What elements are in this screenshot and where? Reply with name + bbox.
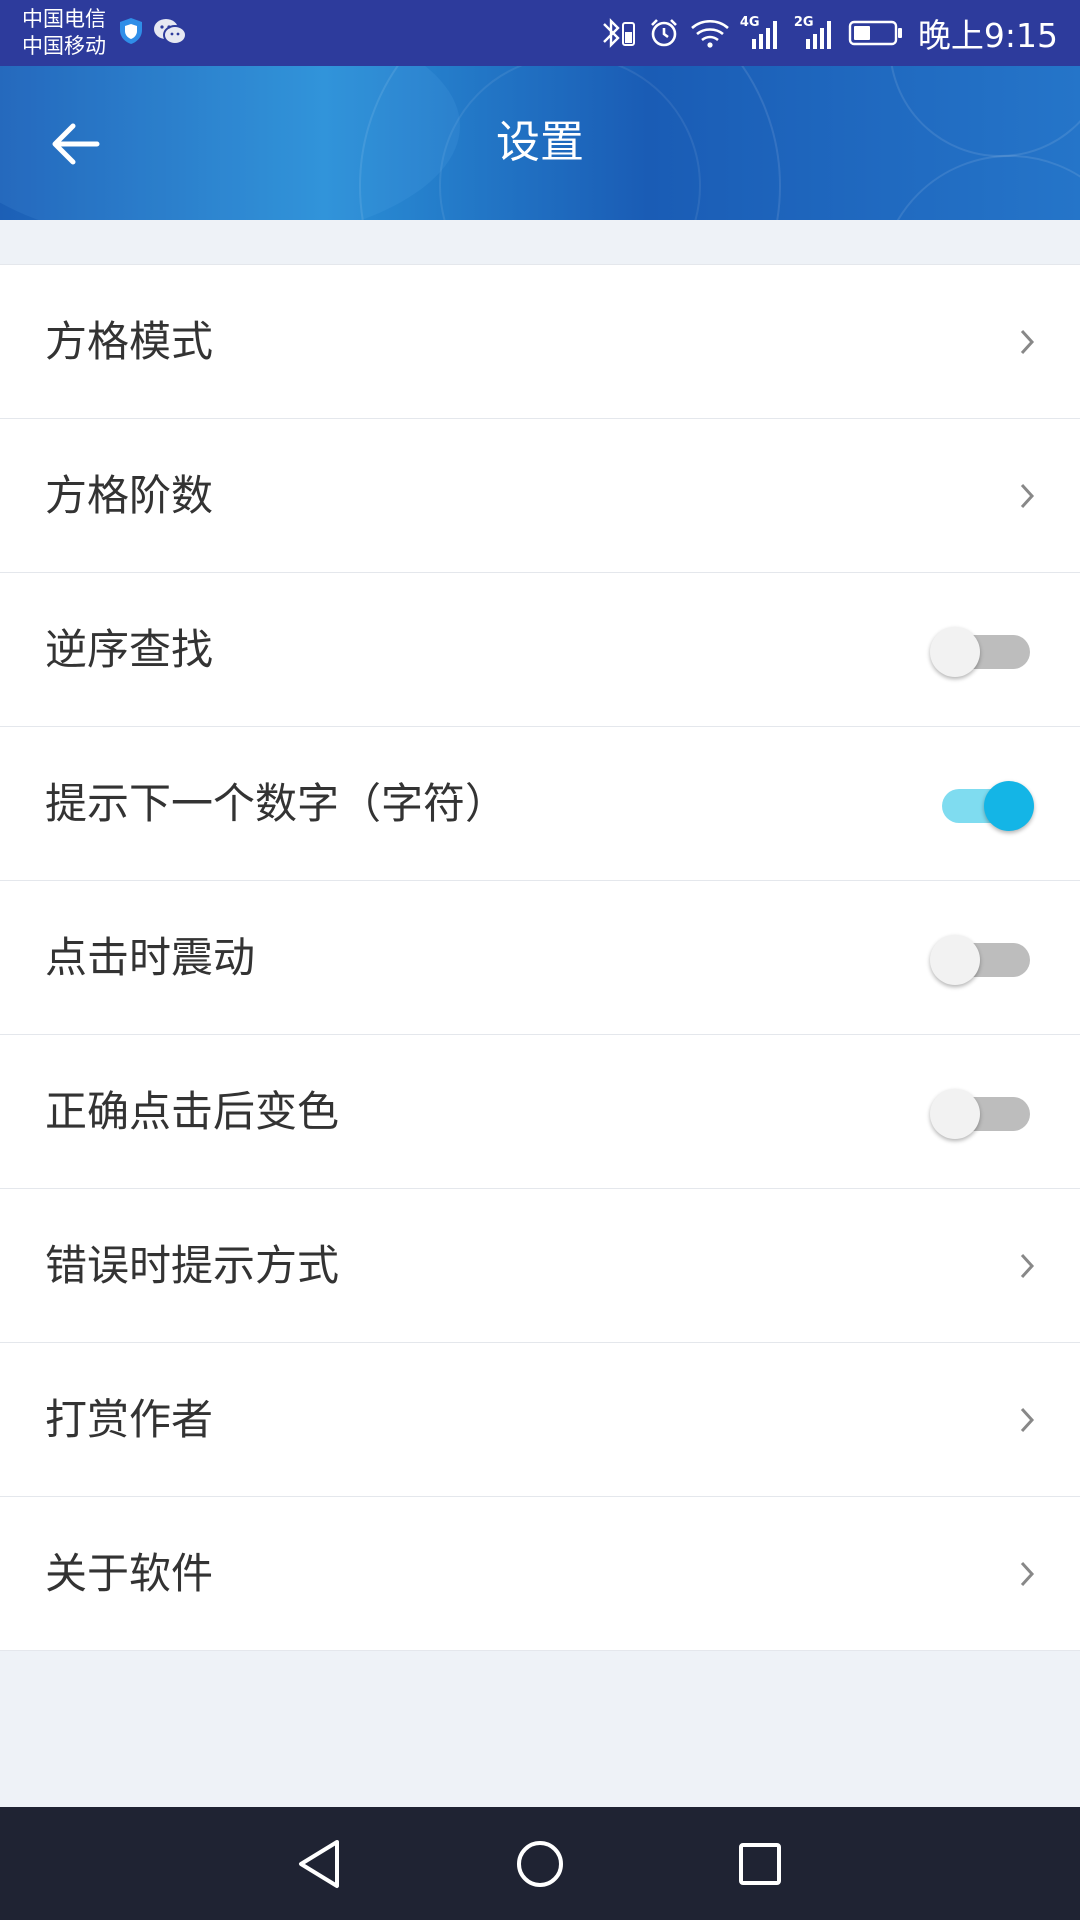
list-top-spacer — [0, 220, 1080, 264]
wifi-icon — [690, 17, 730, 49]
nav-recent-button[interactable] — [725, 1829, 795, 1899]
carrier-2: 中国移动 — [22, 34, 106, 58]
carrier-labels: 中国电信 中国移动 — [22, 6, 106, 60]
color-on-correct-toggle[interactable] — [930, 1089, 1030, 1139]
setting-reverse-search: 逆序查找 — [0, 573, 1080, 727]
hint-next-number-toggle[interactable] — [930, 781, 1034, 831]
battery-icon — [848, 18, 904, 48]
setting-label: 方格阶数 — [45, 471, 214, 520]
bluetooth-icon — [598, 15, 638, 51]
status-bar: 中国电信 中国移动 4G 2G 晚上9:15 — [0, 0, 1080, 66]
setting-label: 关于软件 — [45, 1549, 214, 1598]
nav-home-icon — [517, 1841, 563, 1887]
setting-label: 点击时震动 — [45, 933, 256, 982]
setting-label: 逆序查找 — [45, 625, 214, 674]
chevron-right-icon — [1020, 1561, 1035, 1587]
setting-tip-author[interactable]: 打赏作者 — [0, 1343, 1080, 1497]
shield-icon — [118, 17, 144, 49]
setting-vibrate-on-tap: 点击时震动 — [0, 881, 1080, 1035]
setting-hint-next-number: 提示下一个数字（字符） — [0, 727, 1080, 881]
signal-4g-icon: 4G — [740, 15, 784, 51]
app-header: 设置 — [0, 66, 1080, 220]
setting-label: 错误时提示方式 — [45, 1241, 340, 1290]
reverse-search-toggle[interactable] — [930, 627, 1030, 677]
page-title: 设置 — [496, 117, 584, 168]
settings-list: 方格模式 方格阶数 逆序查找 提示下一个数字（字符） 点击时震动 正确点击后变色… — [0, 264, 1080, 1651]
signal-2g-icon: 2G — [794, 15, 838, 51]
setting-label: 正确点击后变色 — [45, 1087, 340, 1136]
toggle-thumb — [930, 1089, 980, 1139]
toggle-thumb — [930, 935, 980, 985]
carrier-1: 中国电信 — [22, 7, 106, 31]
nav-recent-icon — [739, 1843, 781, 1885]
wechat-icon — [153, 17, 187, 51]
nav-back-icon — [299, 1840, 339, 1888]
chevron-right-icon — [1020, 329, 1035, 355]
status-icons: 4G 2G 晚上9:15 — [598, 0, 1058, 66]
chevron-right-icon — [1020, 1407, 1035, 1433]
setting-about-app[interactable]: 关于软件 — [0, 1497, 1080, 1651]
chevron-right-icon — [1020, 1253, 1035, 1279]
setting-label: 打赏作者 — [45, 1395, 214, 1444]
toggle-thumb — [930, 627, 980, 677]
chevron-right-icon — [1020, 483, 1035, 509]
setting-error-hint-mode[interactable]: 错误时提示方式 — [0, 1189, 1080, 1343]
vibrate-on-tap-toggle[interactable] — [930, 935, 1030, 985]
setting-color-on-correct: 正确点击后变色 — [0, 1035, 1080, 1189]
nav-home-button[interactable] — [505, 1829, 575, 1899]
setting-label: 提示下一个数字（字符） — [45, 779, 508, 828]
setting-grid-order[interactable]: 方格阶数 — [0, 419, 1080, 573]
setting-grid-mode[interactable]: 方格模式 — [0, 265, 1080, 419]
settings-screen: 中国电信 中国移动 4G 2G 晚上9:15 设置 方格模式 方格阶数 逆序查找… — [0, 0, 1080, 1920]
nav-back-button[interactable] — [285, 1829, 355, 1899]
alarm-icon — [648, 17, 680, 49]
system-nav-bar — [0, 1807, 1080, 1920]
toggle-thumb — [984, 781, 1034, 831]
status-time: 晚上9:15 — [917, 16, 1058, 55]
setting-label: 方格模式 — [45, 317, 214, 366]
